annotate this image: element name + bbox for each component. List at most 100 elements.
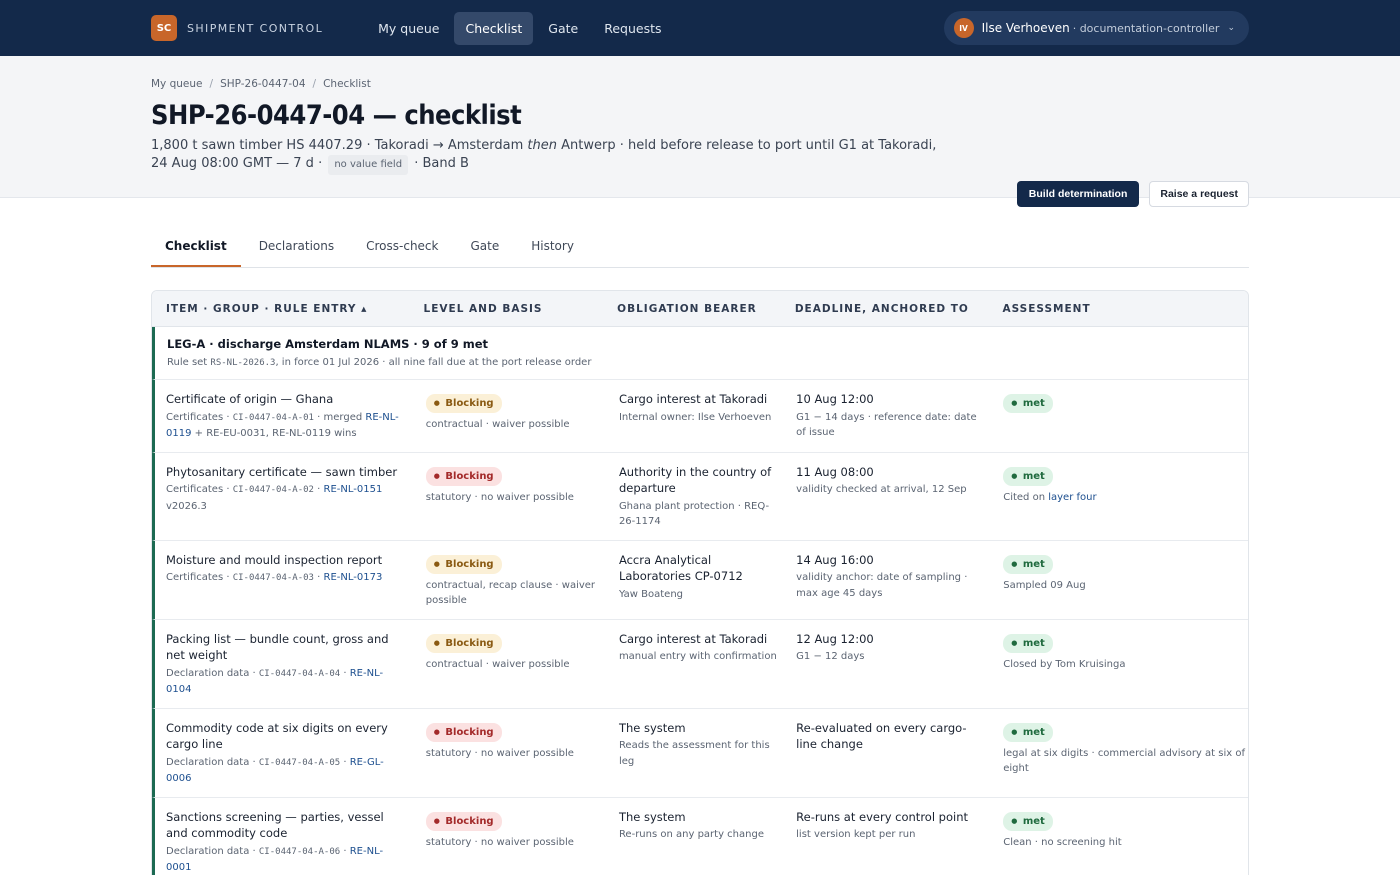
item-meta-text: Declaration data ·: [166, 667, 259, 679]
rule-entry-link[interactable]: RE-NL-0173: [324, 572, 383, 583]
header-actions: Build determination Raise a request: [1016, 181, 1249, 207]
cell-level: ● Blocking statutory · no waiver possible: [425, 809, 619, 875]
status-dot-icon: ●: [1011, 727, 1018, 736]
item-meta: Certificates · CI-0447-04-A-02 · RE-NL-0…: [166, 482, 408, 514]
met-badge: ● met: [1003, 466, 1053, 486]
cell-item: Phytosanitary certificate — sawn timber C…: [155, 464, 426, 530]
cell-level: ● Blocking contractual · waiver possible: [425, 631, 619, 698]
tab-history[interactable]: History: [517, 226, 588, 267]
item-meta-text: ·: [340, 845, 350, 857]
cell-assessment: ● met Clean · no screening hit: [1003, 809, 1248, 875]
item-meta-text: + RE-EU-0031, RE-NL-0119 wins: [191, 428, 357, 439]
cell-deadline: 14 Aug 16:00 validity anchor: date of sam…: [796, 552, 1003, 609]
cell-item: Sanctions screening — parties, vessel an…: [155, 809, 426, 875]
bearer-name: Authority in the country of departure: [618, 464, 772, 496]
cell-assessment: ● met legal at six digits · commercial ad…: [1003, 720, 1248, 787]
bearer-detail: manual entry with confirmation: [618, 651, 777, 662]
assessment-note: Cited on layer four: [1003, 490, 1248, 506]
badge-label: met: [1022, 558, 1045, 570]
item-title: Phytosanitary certificate — sawn timber: [166, 464, 398, 479]
item-meta-text: Certificates ·: [166, 411, 233, 423]
breadcrumb: My queue / SHP-26-0447-04 / Checklist: [151, 78, 1249, 90]
nav-checklist[interactable]: Checklist: [454, 11, 534, 45]
bearer-detail: Internal owner: Ilse Verhoeven: [618, 411, 772, 423]
cell-bearer: The system Re-runs on any party change: [619, 809, 796, 875]
cell-deadline: 11 Aug 08:00 validity checked at arrival,…: [796, 464, 1003, 530]
cell-bearer: The system Reads the assessment for this …: [619, 720, 796, 787]
badge-label: Blocking: [445, 726, 494, 738]
item-meta: Declaration data · CI-0447-04-A-04 · RE-…: [166, 666, 408, 698]
cell-assessment: ● met Sampled 09 Aug: [1003, 552, 1248, 609]
deadline-value: 11 Aug 08:00: [796, 464, 874, 479]
deadline-anchor: validity anchor: date of sampling · max …: [796, 572, 968, 599]
nav-requests[interactable]: Requests: [593, 12, 672, 45]
group-subtitle: Rule set RS-NL-2026.3, in force 01 Jul 2…: [167, 357, 1248, 368]
breadcrumb-separator: /: [312, 78, 317, 90]
badge-label: met: [1022, 815, 1045, 827]
page-title: SHP-26-0447-04 — checklist: [151, 100, 522, 131]
table-row[interactable]: Certificate of origin — Ghana Certificate…: [152, 380, 1248, 453]
item-code: CI-0447-04-A-04: [258, 668, 341, 679]
column-header-bearer: OBLIGATION BEARER: [617, 302, 757, 315]
table-row[interactable]: Commodity code at six digits on every ca…: [152, 708, 1248, 798]
raise-request-button[interactable]: Raise a request: [1149, 181, 1249, 207]
table-row[interactable]: Moisture and mould inspection report Cert…: [152, 540, 1248, 620]
no-value-pill: no value field: [328, 155, 409, 175]
top-bar: SC SHIPMENT CONTROL My queue Checklist G…: [0, 0, 1400, 56]
nav-gate[interactable]: Gate: [537, 12, 589, 45]
column-header-item[interactable]: ITEM · GROUP · RULE ENTRY ▴: [152, 303, 424, 315]
cell-level: ● Blocking contractual · waiver possible: [425, 391, 619, 442]
cell-item: Packing list — bundle count, gross and n…: [155, 631, 426, 698]
deadline-anchor: G1 − 14 days · reference date: date of i…: [796, 411, 977, 439]
group-header: LEG-A · discharge Amsterdam NLAMS · 9 of…: [152, 327, 1248, 380]
deadline-value: Re-runs at every control point: [796, 809, 969, 824]
bearer-name: Cargo interest at Takoradi: [618, 392, 768, 406]
blocking-badge: ● Blocking: [425, 394, 502, 413]
item-meta-text: ·: [313, 484, 324, 495]
cell-deadline: Re-evaluated on every cargo-line change: [796, 720, 1003, 787]
cell-assessment: ● met: [1003, 391, 1248, 442]
bearer-detail: Yaw Boateng: [618, 588, 684, 600]
user-menu[interactable]: IV Ilse Verhoeven · documentation-contro…: [943, 11, 1249, 45]
checklist-table: ITEM · GROUP · RULE ENTRY ▴ LEVEL AND BA…: [151, 290, 1249, 875]
table-row[interactable]: Packing list — bundle count, gross and n…: [152, 619, 1248, 709]
bearer-detail: Reads the assessment for this leg: [618, 740, 770, 767]
bearer-name: The system: [618, 720, 686, 735]
status-dot-icon: ●: [433, 816, 440, 825]
assessment-note: Sampled 09 Aug: [1003, 578, 1248, 594]
app-logo[interactable]: SC: [151, 15, 177, 41]
tab-gate[interactable]: Gate: [456, 226, 513, 267]
deadline-value: Re-evaluated on every cargo-line change: [796, 720, 967, 752]
item-title: Packing list — bundle count, gross and n…: [166, 631, 389, 663]
bearer-name: Cargo interest at Takoradi: [618, 631, 768, 646]
cell-level: ● Blocking statutory · no waiver possible: [425, 464, 619, 530]
item-code: CI-0447-04-A-05: [258, 757, 341, 768]
status-dot-icon: ●: [433, 638, 440, 647]
breadcrumb-shipment[interactable]: SHP-26-0447-04: [220, 78, 305, 90]
blocking-badge: ● Blocking: [425, 466, 502, 486]
item-title: Commodity code at six digits on every ca…: [166, 720, 388, 752]
cell-bearer: Authority in the country of departure Gha…: [619, 464, 796, 530]
met-badge: ● met: [1003, 811, 1053, 831]
nav-my-queue[interactable]: My queue: [367, 12, 450, 45]
tab-checklist[interactable]: Checklist: [151, 226, 241, 267]
tab-declarations[interactable]: Declarations: [245, 226, 348, 267]
item-meta-text: ·: [313, 572, 324, 583]
blocking-badge: ● Blocking: [425, 554, 502, 574]
rule-entry-link[interactable]: RE-NL-0151: [324, 484, 383, 495]
rule-set-code: RS-NL-2026.3: [210, 358, 276, 368]
cell-item: Commodity code at six digits on every ca…: [155, 720, 426, 787]
assessment-note: legal at six digits · commercial advisor…: [1003, 746, 1248, 777]
badge-label: met: [1022, 637, 1045, 649]
breadcrumb-my-queue[interactable]: My queue: [151, 78, 203, 90]
tab-cross-check[interactable]: Cross-check: [352, 226, 452, 267]
table-row[interactable]: Sanctions screening — parties, vessel an…: [152, 797, 1248, 875]
cell-level: ● Blocking statutory · no waiver possible: [425, 720, 619, 787]
table-row[interactable]: Phytosanitary certificate — sawn timber C…: [152, 452, 1248, 541]
column-header-deadline: DEADLINE, ANCHORED TO: [794, 302, 969, 315]
deadline-anchor: validity checked at arrival, 12 Sep: [796, 484, 967, 495]
deadline-value: 12 Aug 12:00: [796, 631, 874, 646]
note-text: Clean · no screening hit: [1003, 836, 1122, 848]
note-link[interactable]: layer four: [1048, 492, 1096, 503]
build-determination-button[interactable]: Build determination: [1016, 181, 1140, 207]
